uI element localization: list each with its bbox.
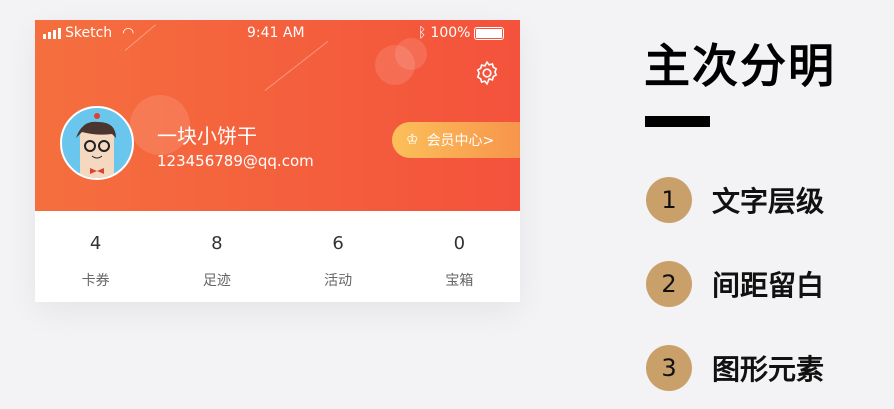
point-number: 1 [646, 177, 692, 223]
crown-icon: ♔ [406, 132, 419, 148]
vip-center-button[interactable]: ♔ 会员中心> [392, 122, 520, 158]
point-item: 1 文字层级 [646, 177, 824, 223]
stats-row: 4 卡券 8 足迹 6 活动 0 宝箱 [35, 211, 520, 302]
stat-treasure[interactable]: 0 宝箱 [399, 211, 520, 302]
point-item: 2 间距留白 [646, 261, 824, 307]
stat-label: 卡券 [81, 273, 110, 289]
point-number: 3 [646, 345, 692, 391]
battery-icon [474, 26, 505, 40]
battery-percent: 100% [430, 25, 471, 41]
bluetooth-icon: ᛒ [418, 25, 427, 41]
stat-label: 活动 [324, 273, 353, 289]
carrier: Sketch [65, 25, 113, 41]
stat-value: 4 [89, 233, 102, 254]
wifi-icon: ◠ [122, 25, 135, 41]
clock: 9:41 AM [247, 25, 305, 41]
stat-coupons[interactable]: 4 卡券 [35, 211, 156, 302]
vip-label: 会员中心> [426, 133, 495, 149]
profile-header: Sketch ◠ 9:41 AM ᛒ 100% 一块小饼干 123456789@… [35, 20, 520, 211]
stat-label: 宝箱 [445, 273, 474, 289]
point-text: 间距留白 [712, 269, 825, 302]
stat-activities[interactable]: 6 活动 [278, 211, 399, 302]
stat-value: 0 [453, 233, 466, 254]
avatar[interactable] [60, 106, 134, 180]
point-number: 2 [646, 261, 692, 307]
status-left: Sketch ◠ [43, 25, 134, 41]
status-right: ᛒ 100% [418, 25, 505, 41]
settings-gear-icon[interactable] [474, 60, 500, 90]
title-divider [645, 116, 710, 127]
signal-icon [43, 27, 61, 39]
slide-title: 主次分明 [644, 39, 836, 93]
user-name: 一块小饼干 [157, 124, 257, 148]
stat-label: 足迹 [202, 273, 231, 289]
point-text: 文字层级 [712, 185, 825, 218]
point-text: 图形元素 [712, 353, 825, 386]
stat-value: 8 [211, 233, 223, 254]
user-email: 123456789@qq.com [157, 152, 314, 170]
profile-card: Sketch ◠ 9:41 AM ᛒ 100% 一块小饼干 123456789@… [35, 20, 520, 302]
point-item: 3 图形元素 [646, 345, 824, 391]
stat-footprints[interactable]: 8 足迹 [156, 211, 277, 302]
stat-value: 6 [332, 233, 344, 254]
